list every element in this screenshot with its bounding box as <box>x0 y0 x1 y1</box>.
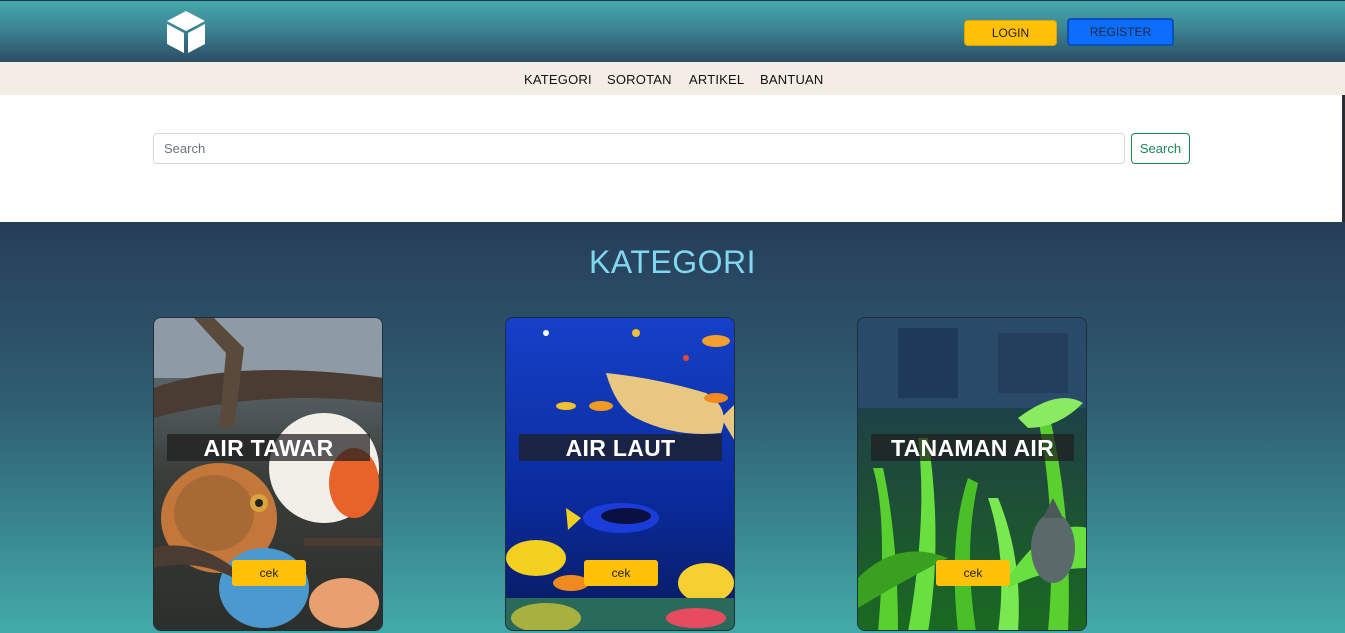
main-nav: KATEGORI SOROTAN ARTIKEL BANTUAN <box>0 62 1345 95</box>
cek-button[interactable]: cek <box>936 560 1010 586</box>
search-input[interactable] <box>153 133 1125 164</box>
search-button[interactable]: Search <box>1131 133 1190 164</box>
card-title: AIR LAUT <box>519 434 722 461</box>
card-title: AIR TAWAR <box>167 434 370 461</box>
cube-icon[interactable] <box>165 10 207 54</box>
category-card-air-laut[interactable]: AIR LAUT cek <box>505 317 735 631</box>
top-header: LOGIN REGISTER <box>0 0 1345 62</box>
card-title: TANAMAN AIR <box>871 434 1074 461</box>
nav-item-sorotan[interactable]: SOROTAN <box>607 72 672 87</box>
register-button[interactable]: REGISTER <box>1067 18 1174 46</box>
category-card-tanaman-air[interactable]: TANAMAN AIR cek <box>857 317 1087 631</box>
nav-item-bantuan[interactable]: BANTUAN <box>760 72 824 87</box>
category-card-air-tawar[interactable]: AIR TAWAR cek <box>153 317 383 631</box>
nav-item-artikel[interactable]: ARTIKEL <box>689 72 744 87</box>
section-title: KATEGORI <box>589 244 756 280</box>
kategori-section: KATEGORI AIR TAWAR cek AIR LAUT cek TANA… <box>0 222 1345 633</box>
nav-item-kategori[interactable]: KATEGORI <box>524 72 592 87</box>
cek-button[interactable]: cek <box>232 560 306 586</box>
cek-button[interactable]: cek <box>584 560 658 586</box>
login-button[interactable]: LOGIN <box>964 20 1057 46</box>
search-section: Search <box>0 95 1345 222</box>
